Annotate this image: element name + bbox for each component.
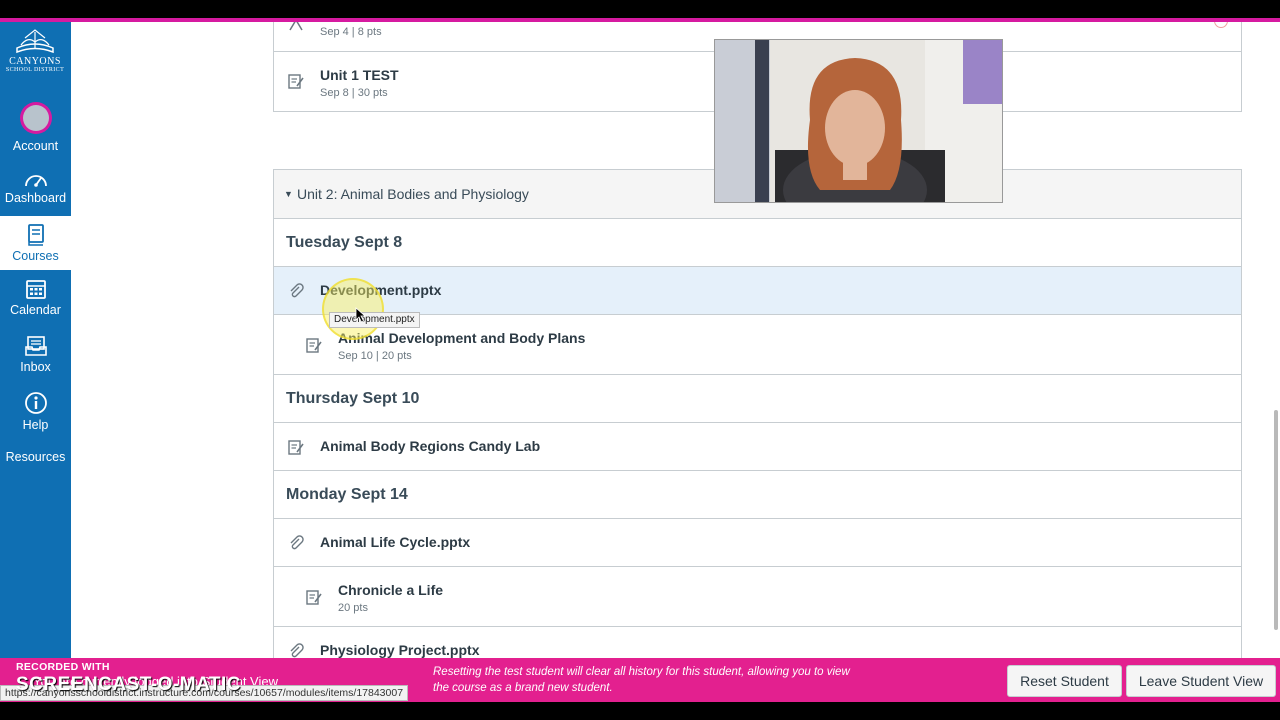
text-subheader: Monday Sept 14 [274, 471, 1241, 519]
nav-dashboard[interactable]: Dashboard [0, 170, 71, 210]
assignment-icon [288, 440, 304, 455]
cursor-highlight [322, 278, 384, 340]
webcam-person-image [715, 40, 1002, 202]
module-item-row[interactable]: Development.pptx [274, 267, 1241, 315]
nav-help[interactable]: Help [0, 391, 71, 435]
user-avatar-icon [19, 102, 52, 134]
collapse-caret-icon[interactable]: ▼ [284, 189, 293, 199]
watermark-line-1: RECORDED WITH [16, 661, 110, 673]
module-item-row[interactable]: Chronicle a Life 20 pts [274, 567, 1241, 627]
watermark-line-2: SCREENCAST-O-MATIC [16, 674, 242, 695]
dashboard-gauge-icon [24, 175, 47, 187]
subheader-text: Monday Sept 14 [286, 486, 408, 503]
bottom-black-bar [0, 702, 1280, 720]
text-subheader: Tuesday Sept 8 [274, 219, 1241, 267]
text-subheader: Thursday Sept 10 [274, 375, 1241, 423]
nav-account[interactable]: Account [0, 102, 71, 154]
page-scrollbar[interactable] [1274, 410, 1278, 630]
item-meta: 20 pts [338, 602, 368, 614]
logo-text-sub: SCHOOL DISTRICT [5, 67, 65, 73]
nav-calendar[interactable]: Calendar [0, 278, 71, 322]
nav-courses[interactable]: Courses [0, 216, 71, 270]
item-title[interactable]: Animal Life Cycle.pptx [320, 534, 470, 550]
modules-content: Sep 4 | 8 pts Unit 1 TEST Sep 8 | 30 pts… [71, 22, 1280, 658]
item-meta: Sep 4 | 8 pts [320, 26, 382, 38]
assignment-icon [306, 338, 322, 353]
screenshot-frame: CANYONS SCHOOL DISTRICT Account Dashboar… [0, 0, 1280, 720]
item-title[interactable]: Animal Body Regions Candy Lab [320, 438, 540, 454]
item-meta: Sep 10 | 20 pts [338, 350, 412, 362]
nav-inbox[interactable]: Inbox [0, 335, 71, 379]
webcam-overlay [714, 39, 1003, 203]
quiz-rocket-icon [289, 22, 303, 31]
assignment-icon [306, 590, 322, 605]
link-tooltip: Development.pptx [329, 312, 420, 328]
book-logo-icon [16, 29, 54, 54]
nav-resources[interactable]: Resources [0, 450, 71, 470]
attachment-paperclip-icon [290, 535, 304, 550]
leave-student-view-button[interactable]: Leave Student View [1126, 665, 1276, 697]
student-view-description: Resetting the test student will clear al… [433, 666, 850, 694]
inbox-icon [24, 336, 47, 356]
assignment-icon [288, 74, 304, 89]
completion-status-icon [1214, 22, 1228, 28]
nav-account-label: Account [12, 139, 59, 153]
help-icon [24, 392, 47, 414]
attachment-paperclip-icon [290, 643, 304, 658]
item-title[interactable]: Physiology Project.pptx [320, 642, 479, 658]
subheader-text: Tuesday Sept 8 [286, 234, 403, 251]
nav-calendar-label: Calendar [10, 303, 61, 317]
courses-book-icon [27, 224, 44, 246]
attachment-paperclip-icon [290, 283, 304, 298]
item-title[interactable]: Animal Development and Body Plans [338, 330, 585, 346]
calendar-icon [25, 280, 46, 299]
nav-inbox-label: Inbox [20, 360, 51, 374]
module-item-row[interactable]: Physiology Project.pptx [274, 627, 1241, 658]
recording-watermark: RECORDED WITH SCREENCAST-O-MATIC [16, 661, 241, 696]
mouse-pointer-icon [355, 307, 367, 323]
unit-2-module: ▼ Unit 2: Animal Bodies and Physiology T… [273, 169, 1242, 658]
item-meta: Sep 8 | 30 pts [320, 87, 388, 99]
module-title: Unit 2: Animal Bodies and Physiology [297, 186, 529, 202]
nav-resources-label: Resources [5, 450, 66, 464]
nav-help-label: Help [22, 418, 49, 432]
nav-courses-label: Courses [12, 249, 59, 263]
logo-text-main: CANYONS [9, 56, 61, 67]
item-title[interactable]: Chronicle a Life [338, 582, 443, 598]
district-logo[interactable]: CANYONS SCHOOL DISTRICT [3, 26, 67, 88]
nav-dashboard-label: Dashboard [4, 191, 67, 205]
item-title[interactable]: Unit 1 TEST [320, 67, 399, 83]
global-navigation: CANYONS SCHOOL DISTRICT Account Dashboar… [0, 22, 71, 702]
subheader-text: Thursday Sept 10 [286, 390, 420, 407]
module-item-row[interactable]: Animal Life Cycle.pptx [274, 519, 1241, 567]
top-black-bar [0, 0, 1280, 18]
reset-student-button[interactable]: Reset Student [1007, 665, 1122, 697]
module-item-row[interactable]: Animal Body Regions Candy Lab [274, 423, 1241, 471]
